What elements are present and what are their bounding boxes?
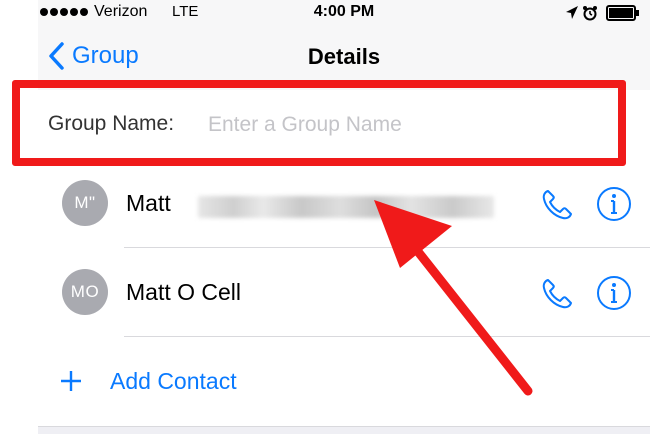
- status-time: 4:00 PM: [313, 3, 375, 20]
- redacted-surname: [198, 196, 494, 218]
- divider: [124, 247, 650, 248]
- section-footer: [38, 426, 650, 434]
- avatar: MO: [62, 269, 108, 315]
- group-name-label: Group Name:: [48, 112, 175, 135]
- page-title: Details: [307, 44, 381, 69]
- phone-icon[interactable]: [540, 188, 574, 222]
- contact-row[interactable]: M" Matt: [38, 160, 650, 248]
- plus-icon: [61, 371, 81, 391]
- left-margin: [0, 0, 38, 434]
- avatar: M": [62, 180, 108, 226]
- status-bar: Verizon LTE 4:00 PM: [38, 0, 650, 26]
- contact-row[interactable]: MO Matt O Cell: [38, 249, 650, 337]
- alarm-clock-icon: [583, 6, 597, 21]
- info-icon[interactable]: [596, 275, 632, 311]
- group-name-input[interactable]: [208, 110, 628, 140]
- location-arrow-icon: [566, 6, 578, 19]
- navigation-bar: Group Details: [38, 26, 650, 90]
- phone-icon[interactable]: [540, 277, 574, 311]
- contact-name: Matt O Cell: [126, 279, 242, 305]
- add-contact-label: Add Contact: [110, 368, 237, 394]
- add-contact-button[interactable]: Add Contact: [38, 338, 650, 428]
- group-name-row: Group Name:: [38, 90, 650, 161]
- battery-icon: [606, 5, 639, 21]
- divider: [124, 336, 650, 337]
- contact-name: Matt: [126, 190, 171, 216]
- info-icon[interactable]: [596, 186, 632, 222]
- screen: Verizon LTE 4:00 PM Group Details Group …: [0, 0, 650, 434]
